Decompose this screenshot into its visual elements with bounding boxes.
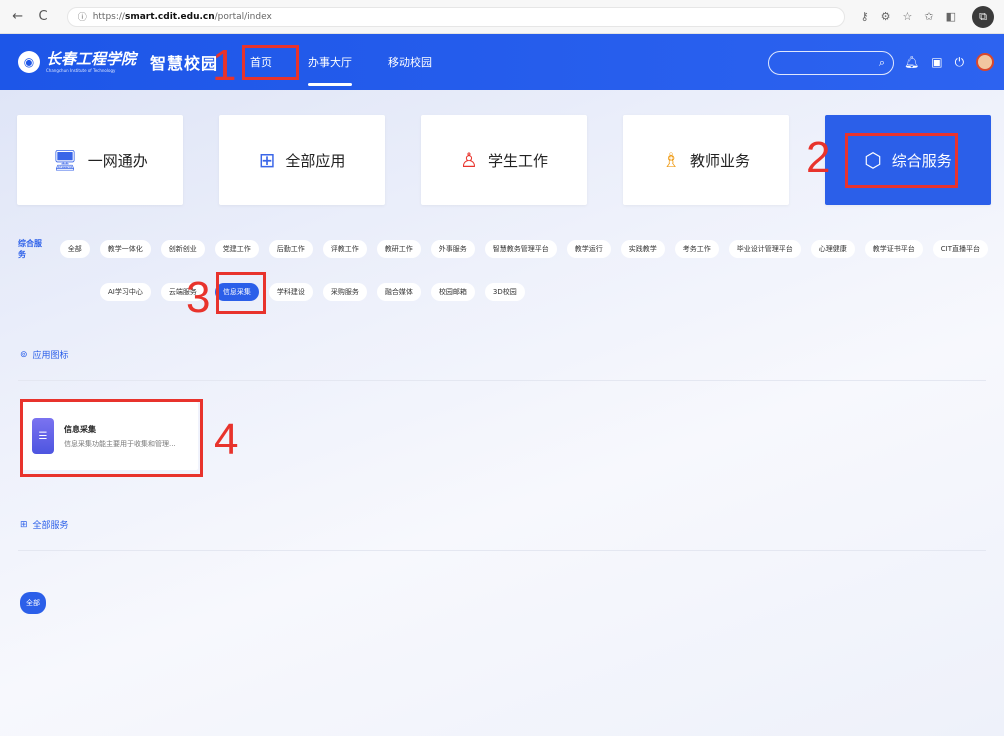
info-icon: ⓘ [77, 13, 87, 23]
portal-header: ◉ 长春工程学院 Changchun Institute of Technolo… [0, 34, 1004, 90]
tag[interactable]: 教学一体化 [99, 240, 151, 258]
tag[interactable]: 融合媒体 [376, 283, 421, 301]
tags-row-1: 综合服务 全部 教学一体化 创新创业 党建工作 后勤工作 评教工作 教研工作 外… [18, 238, 988, 260]
annotation-box-3 [216, 272, 266, 314]
address-bar[interactable]: ⓘ https://smart.cdit.edu.cn/portal/index [66, 6, 845, 27]
annotation-box-2 [845, 133, 958, 188]
logo-en-text: Changchun Institute of Technology [46, 67, 116, 73]
tag[interactable]: 采购服务 [322, 283, 367, 301]
favorites-icon[interactable]: ✩ [924, 10, 933, 23]
card-label: 教师业务 [689, 151, 750, 170]
calendar-icon[interactable]: ▣ [931, 55, 942, 69]
tag[interactable]: 教研工作 [376, 240, 421, 258]
tag[interactable]: 智慧教务管理平台 [484, 240, 557, 258]
brand-title: 智慧校园 [150, 54, 219, 73]
tag[interactable]: 实践教学 [620, 240, 665, 258]
annotation-number-4: 4 [214, 415, 239, 464]
tag[interactable]: 评教工作 [322, 240, 367, 258]
teacher-icon: ♗ [662, 148, 680, 172]
tag[interactable]: 教学运行 [566, 240, 611, 258]
card-label: 学生工作 [487, 151, 548, 170]
card-label: 全部应用 [285, 151, 346, 170]
tag[interactable]: 学科建设 [268, 283, 313, 301]
card-teacher-business[interactable]: ♗ 教师业务 [623, 115, 789, 205]
tag[interactable]: 教学证书平台 [864, 240, 923, 258]
divider [18, 550, 986, 551]
copilot-icon[interactable]: ◧ [946, 10, 956, 23]
back-icon[interactable]: ← [10, 9, 25, 24]
tag[interactable]: AI学习中心 [100, 283, 151, 301]
school-logo[interactable]: 长春工程学院 Changchun Institute of Technology [46, 49, 137, 73]
section-title: 应用图标 [32, 351, 69, 361]
tag[interactable]: 校园邮箱 [430, 283, 475, 301]
bell-icon[interactable]: 🔔︎ [904, 55, 919, 69]
screenshot-icon[interactable]: ⧉ [972, 5, 994, 28]
tag[interactable]: 外事服务 [430, 240, 475, 258]
extension-icon[interactable]: ⚙ [881, 10, 891, 23]
search-icon[interactable]: ⌕ [879, 56, 885, 70]
search-input[interactable]: ⌕ [768, 51, 894, 75]
section-title: 全部服务 [32, 521, 69, 531]
annotation-number-2: 2 [806, 133, 831, 182]
school-seal-icon: ◉ [18, 51, 40, 73]
student-icon: ♙ [460, 148, 478, 172]
tag[interactable]: 心理健康 [810, 240, 855, 258]
tags-label: 综合服务 [18, 239, 42, 259]
card-one-stop[interactable]: 🖥︎ 一网通办 [17, 115, 183, 205]
divider [18, 380, 986, 381]
nav-item-service-hall[interactable]: 办事大厅 [304, 34, 356, 90]
all-filter-button[interactable]: 全部 [20, 592, 46, 614]
apps-section-heading: ⊚ 应用图标 [20, 348, 69, 362]
nav-item-mobile-campus[interactable]: 移动校园 [384, 34, 436, 90]
grid-icon: ⊞ [258, 148, 276, 172]
reload-icon[interactable]: C [35, 9, 50, 24]
annotation-number-1: 1 [212, 41, 237, 90]
annotation-box-4 [20, 399, 203, 477]
tag[interactable]: CIT直播平台 [932, 240, 988, 258]
card-student-work[interactable]: ♙ 学生工作 [421, 115, 587, 205]
all-services-heading: ⊞ 全部服务 [20, 518, 69, 532]
star-icon[interactable]: ☆ [903, 10, 913, 23]
browser-actions: ⚷ ⚙ ☆ ✩ ◧ ⧉ [861, 5, 994, 28]
key-icon[interactable]: ⚷ [861, 10, 869, 23]
monitor-icon: 🖥︎ [52, 148, 78, 172]
avatar[interactable] [976, 53, 995, 71]
browser-toolbar: ← C ⓘ https://smart.cdit.edu.cn/portal/i… [0, 0, 1004, 34]
app-section-icon: ⊚ [20, 349, 28, 360]
tag[interactable]: 创新创业 [160, 240, 205, 258]
grid-small-icon: ⊞ [20, 519, 28, 530]
tag[interactable]: 党建工作 [214, 240, 259, 258]
card-label: 一网通办 [87, 151, 148, 170]
tag[interactable]: 全部 [59, 240, 90, 258]
service-tags: 综合服务 全部 教学一体化 创新创业 党建工作 后勤工作 评教工作 教研工作 外… [18, 238, 988, 303]
annotation-number-3: 3 [186, 273, 211, 322]
tag[interactable]: 毕业设计管理平台 [728, 240, 801, 258]
logo-text: 长春工程学院 [46, 49, 137, 68]
power-icon[interactable]: ⏻ [955, 55, 965, 70]
tags-row-2: AI学习中心 云端服务 信息采集 学科建设 采购服务 融合媒体 校园邮箱 3D校… [18, 281, 988, 303]
tag[interactable]: 后勤工作 [268, 240, 313, 258]
tag[interactable]: 3D校园 [484, 283, 525, 301]
card-all-apps[interactable]: ⊞ 全部应用 [219, 115, 385, 205]
annotation-box-1 [242, 45, 299, 80]
header-icons: 🔔︎ ▣ ⏻ [904, 53, 995, 71]
tag[interactable]: 考务工作 [674, 240, 719, 258]
url-text: https://smart.cdit.edu.cn/portal/index [92, 11, 272, 22]
